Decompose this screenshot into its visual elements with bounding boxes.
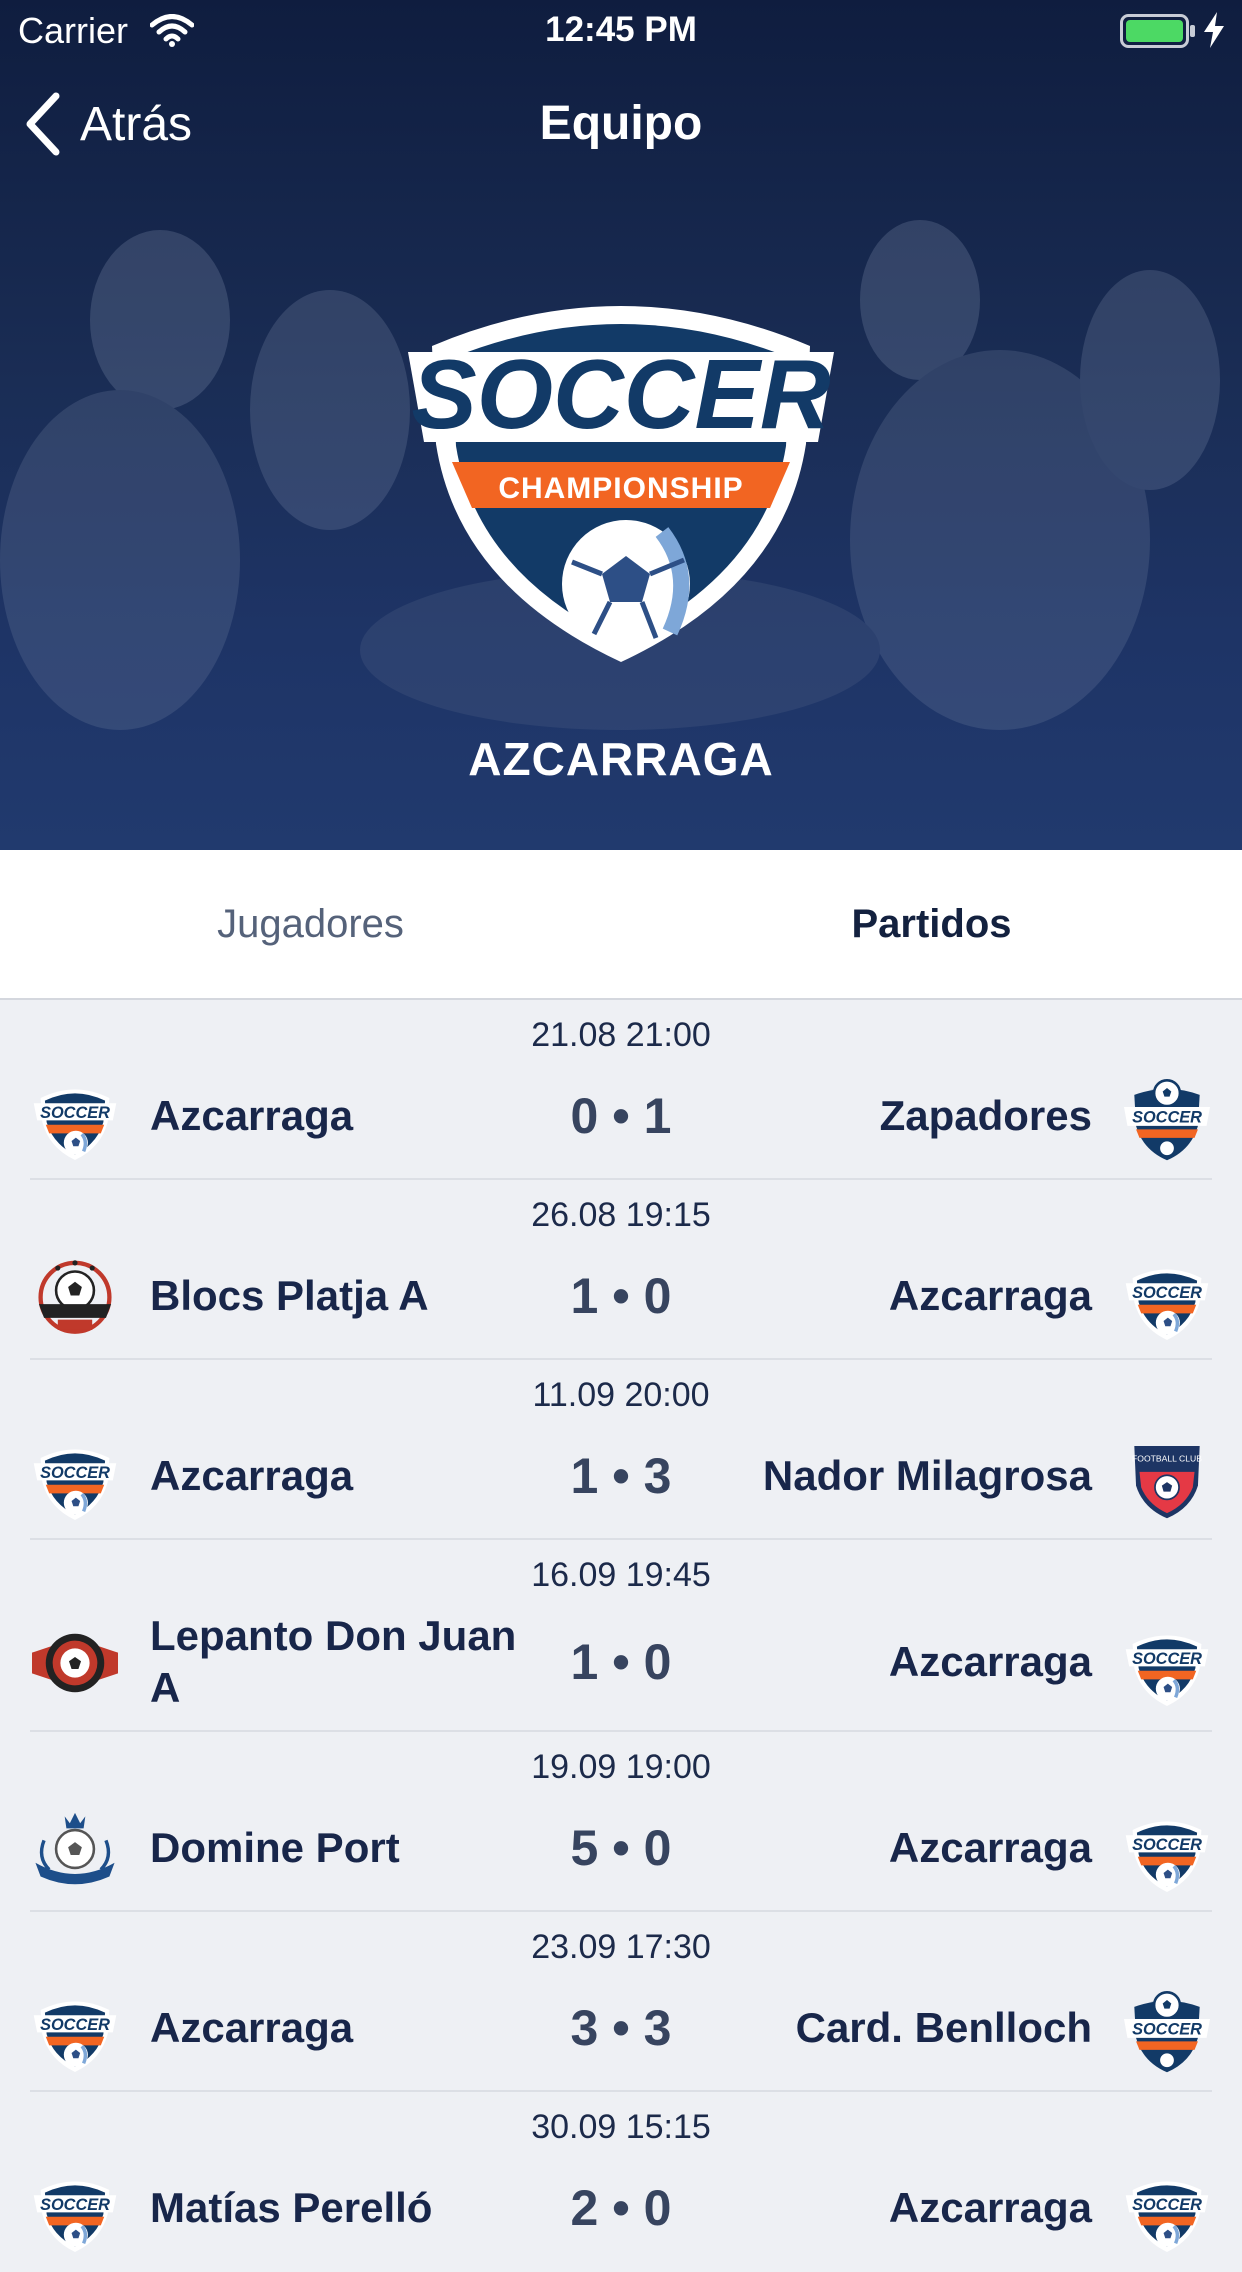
team-name: AZCARRAGA [468,733,774,785]
status-bar: Carrier 12:45 PM [0,0,1242,62]
charging-bolt-icon [1204,12,1224,48]
match-date: 19.09 19:00 [531,1748,711,1786]
match-date: 30.09 15:15 [531,2108,711,2146]
team-header: Carrier 12:45 PM Atrás Equipo SOCCER CHA… [0,0,1242,850]
battery-icon [1120,14,1195,48]
soccer-crest-icon [1124,2172,1210,2258]
away-team-name: Azcarraga [888,1272,1092,1319]
shield-badge-icon [1124,1434,1210,1520]
away-team-name: Azcarraga [888,1638,1092,1685]
page-title: Equipo [539,97,703,150]
navigation-bar: Atrás Equipo [0,84,1242,174]
soccer-crest-icon [1124,1626,1210,1712]
match-date: 23.09 17:30 [531,1928,711,1966]
away-team-name: Zapadores [879,1092,1092,1139]
away-team-name: Azcarraga [888,1824,1092,1871]
match-row[interactable]: 16.09 19:45 Lepanto Don Juan A 1 • 0 Azc… [0,1540,1242,1732]
match-row[interactable]: 30.09 15:15 Matías Perelló 2 • 0 Azcarra… [0,2092,1242,2272]
clock: 12:45 PM [545,10,697,49]
soccer-ball-crest-icon [1124,1988,1210,2074]
soccer-ball-crest-icon [1124,1076,1210,1162]
away-team-name: Azcarraga [888,2184,1092,2231]
match-date: 16.09 19:45 [531,1556,711,1594]
match-row[interactable]: 23.09 17:30 Azcarraga 3 • 3 Card. Benllo… [0,1912,1242,2092]
match-row[interactable]: 19.09 19:00 Domine Port 5 • 0 Azcarraga [0,1732,1242,1912]
away-team-name: Card. Benlloch [795,2004,1092,2051]
soccer-crest-icon [1124,1812,1210,1898]
match-date: 11.09 20:00 [532,1376,710,1414]
match-date: 21.08 21:00 [531,1016,711,1054]
matches-list: 21.08 21:00 Azcarraga 0 • 1 Zapadores 26… [0,1000,1242,2272]
tab-partidos[interactable]: Partidos [621,850,1242,998]
crest-text-soccer: SOCCER [411,339,831,449]
soccer-crest-icon [1124,1260,1210,1346]
match-row[interactable]: 26.08 19:15 Blocs Platja A 1 • 0 Azcarra… [0,1180,1242,1360]
segment-tabs: Jugadores Partidos [0,850,1242,1000]
match-row[interactable]: 21.08 21:00 Azcarraga 0 • 1 Zapadores [0,1000,1242,1180]
tab-jugadores[interactable]: Jugadores [0,850,621,998]
crest-text-championship: CHAMPIONSHIP [498,472,743,505]
team-crest: SOCCER CHAMPIONSHIP [408,306,834,662]
match-date: 26.08 19:15 [531,1196,711,1234]
away-team-name: Nador Milagrosa [762,1452,1092,1499]
match-row[interactable]: 11.09 20:00 Azcarraga 1 • 3 Nador Milagr… [0,1360,1242,1540]
